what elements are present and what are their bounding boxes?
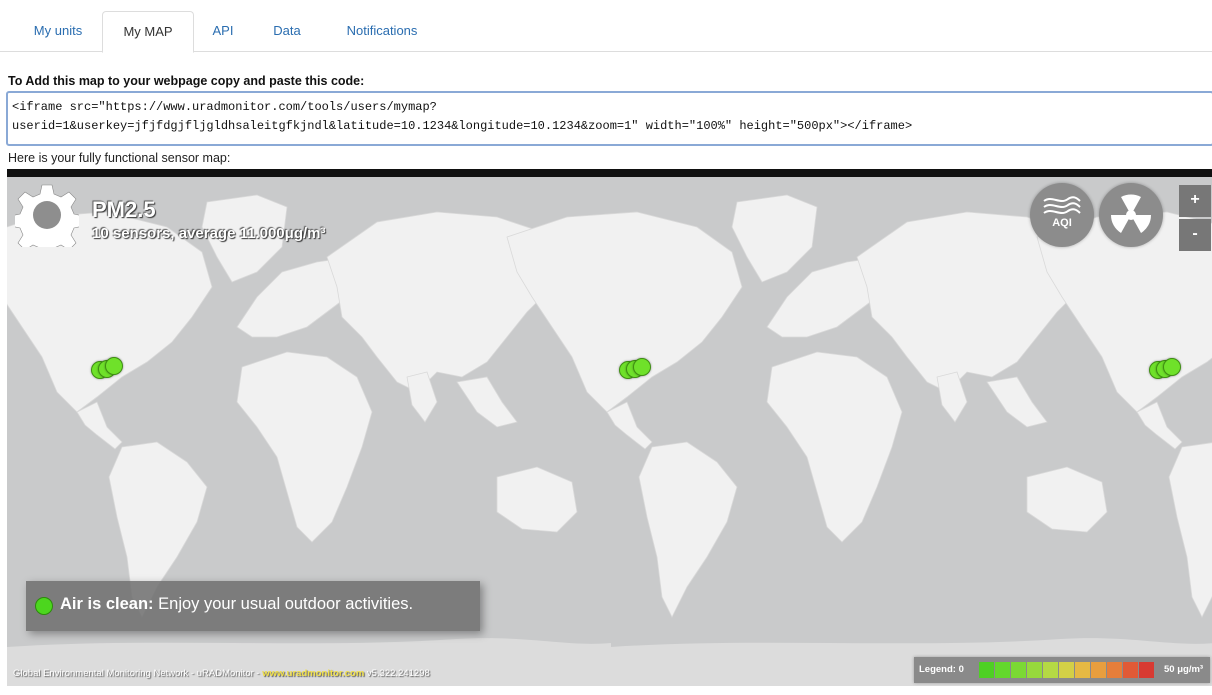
zoom-out-button[interactable]: - — [1179, 219, 1211, 251]
aqi-icon — [1043, 196, 1081, 214]
sensor-summary: 10 sensors, average 11.000μg/m³ — [92, 225, 326, 242]
legend-min-label: Legend: 0 — [919, 664, 964, 675]
tab-api[interactable]: API — [194, 11, 252, 53]
legend-swatch — [1043, 662, 1058, 678]
legend-swatch — [1075, 662, 1090, 678]
map-section-heading: Here is your fully functional sensor map… — [8, 151, 231, 165]
legend-swatch — [979, 662, 994, 678]
sensor-map[interactable]: PM2.5 10 sensors, average 11.000μg/m³ AQ… — [7, 169, 1212, 686]
legend-max-label: 50 μg/m³ — [1164, 664, 1204, 675]
sensor-marker[interactable] — [105, 357, 123, 375]
air-quality-status: Air is clean: Enjoy your usual outdoor a… — [26, 581, 480, 631]
tab-bar: My units My MAP API Data Notifications — [0, 0, 1212, 53]
zoom-in-button[interactable]: + — [1179, 185, 1211, 217]
air-quality-message: Air is clean: Enjoy your usual outdoor a… — [60, 595, 413, 614]
radiation-icon — [1110, 194, 1152, 233]
legend-swatch — [1107, 662, 1122, 678]
legend-swatch — [1139, 662, 1154, 678]
legend-swatch — [1091, 662, 1106, 678]
tab-notifications[interactable]: Notifications — [322, 11, 442, 53]
aqi-button[interactable]: AQI — [1030, 183, 1094, 247]
credit-link[interactable]: www.uradmonitor.com — [262, 668, 364, 679]
tab-my-units[interactable]: My units — [14, 11, 102, 53]
embed-code-heading: To Add this map to your webpage copy and… — [8, 74, 365, 88]
status-title: Air is clean — [60, 595, 149, 613]
credit-version: v5.322.241298 — [364, 668, 430, 679]
pollutant-title: PM2.5 — [92, 197, 156, 222]
embed-code-textarea[interactable]: <iframe src="https://www.uradmonitor.com… — [6, 91, 1212, 146]
gear-icon[interactable] — [15, 183, 79, 247]
tab-data[interactable]: Data — [252, 11, 322, 53]
status-message: Enjoy your usual outdoor activities. — [153, 595, 414, 613]
radiation-button[interactable] — [1099, 183, 1163, 247]
legend-swatch — [995, 662, 1010, 678]
status-indicator-icon — [35, 597, 53, 615]
aqi-button-label: AQI — [1052, 217, 1072, 229]
legend-swatch — [1059, 662, 1074, 678]
sensor-marker[interactable] — [633, 358, 651, 376]
tab-my-map[interactable]: My MAP — [102, 11, 194, 53]
map-credit: Global Environmental Monitoring Network … — [13, 668, 430, 679]
sensor-marker[interactable] — [1163, 358, 1181, 376]
legend-swatch — [1011, 662, 1026, 678]
legend-swatch — [1123, 662, 1138, 678]
legend-swatch — [1027, 662, 1042, 678]
credit-text: Global Environmental Monitoring Network … — [13, 668, 263, 679]
map-legend: Legend: 0 50 μg/m³ — [914, 657, 1210, 683]
